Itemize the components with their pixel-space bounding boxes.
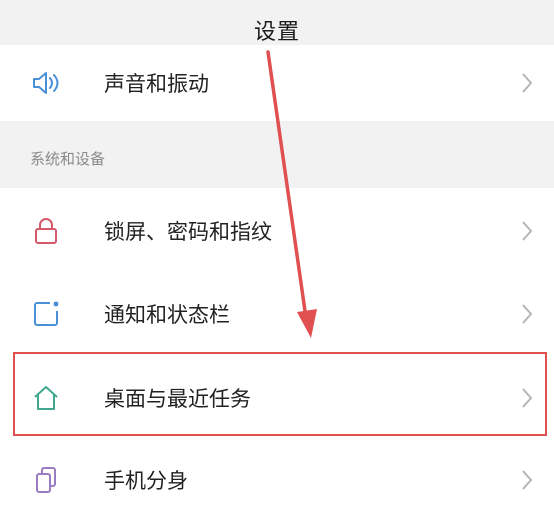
speaker-icon [33, 72, 59, 94]
settings-row-label: 声音和振动 [104, 72, 209, 96]
chevron-right-icon [522, 304, 533, 324]
home-icon [34, 386, 58, 410]
page-title: 设置 [253, 20, 300, 45]
settings-row-label: 手机分身 [104, 469, 188, 493]
settings-row-sound-vibration[interactable]: 声音和振动 [0, 45, 554, 121]
settings-row-lockscreen[interactable]: 锁屏、密码和指纹 [0, 193, 554, 269]
section-title: 系统和设备 [30, 150, 106, 168]
lock-icon [35, 218, 57, 244]
settings-row-label: 桌面与最近任务 [104, 387, 251, 411]
chevron-right-icon [522, 388, 533, 408]
dual-phone-icon [36, 467, 56, 493]
settings-row-dual-apps[interactable]: 手机分身 [0, 442, 554, 518]
settings-row-label: 通知和状态栏 [104, 303, 230, 327]
chevron-right-icon [522, 470, 533, 490]
chevron-right-icon [522, 221, 533, 241]
settings-card-system: 锁屏、密码和指纹 通知和状态栏 桌面与最近任务 手机分身 [0, 188, 554, 528]
settings-card-top: 声音和振动 [0, 45, 554, 121]
settings-row-notifications[interactable]: 通知和状态栏 [0, 276, 554, 352]
notification-icon [34, 301, 59, 326]
chevron-right-icon [522, 73, 533, 93]
settings-row-label: 锁屏、密码和指纹 [104, 220, 272, 244]
settings-row-desktop-recents[interactable]: 桌面与最近任务 [0, 360, 554, 436]
